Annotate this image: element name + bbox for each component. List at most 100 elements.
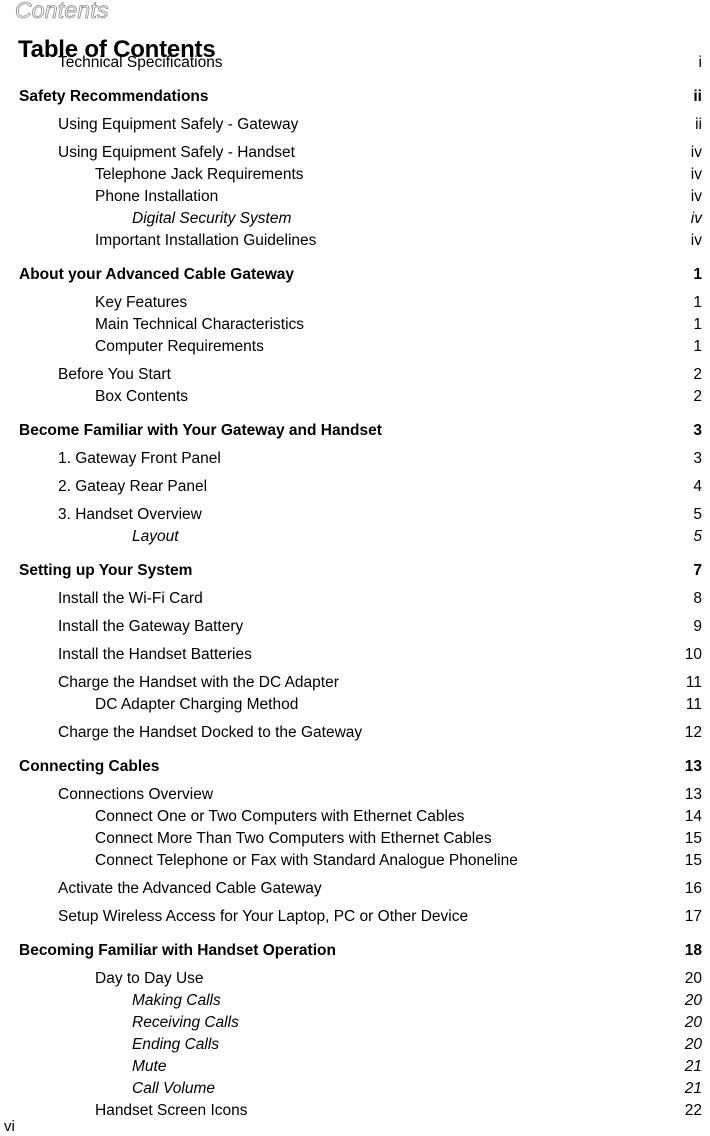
toc-entry-page-number: ii [695,116,702,133]
toc-entry[interactable]: Connect More Than Two Computers with Eth… [0,828,710,850]
toc-entry-page-number: 20 [684,1014,702,1031]
toc-entry-title: Phone Installation [95,188,219,205]
toc-entry[interactable]: Digital Security System iv [0,208,710,230]
running-head-contents: Contents [15,0,109,23]
toc-entry-title: Mute [132,1058,167,1075]
toc-entry[interactable]: Before You Start 2 [0,364,710,386]
toc-entry[interactable]: Install the Handset Batteries 10 [0,644,710,666]
toc-entry-title: Day to Day Use [95,970,204,987]
toc-entry-page-number: 21 [684,1080,702,1097]
toc-entry[interactable]: Install the Wi-Fi Card 8 [0,588,710,610]
toc-entry[interactable]: Install the Gateway Battery 9 [0,616,710,638]
toc-section-heading[interactable]: About your Advanced Cable Gateway 1 [0,264,710,286]
toc-entry-page-number: 22 [684,1102,702,1119]
toc-entry[interactable]: Day to Day Use 20 [0,968,710,990]
toc-entry-title: Main Technical Characteristics [95,316,305,333]
toc-entry[interactable]: Key Features 1 [0,292,710,314]
toc-entry[interactable]: Telephone Jack Requirements iv [0,164,710,186]
toc-entry-title: Connecting Cables [19,758,160,775]
toc-entry-page-number: 20 [684,1036,702,1053]
toc-entry-title: Connect One or Two Computers with Ethern… [95,808,465,825]
toc-entry-title: Charge the Handset with the DC Adapter [58,674,339,691]
toc-entry-title: Install the Gateway Battery [58,618,244,635]
toc-entry[interactable]: Main Technical Characteristics 1 [0,314,710,336]
toc-entry[interactable]: Using Equipment Safely - Handset iv [0,142,710,164]
toc-entry-page-number: 8 [693,590,702,607]
toc-entry[interactable]: Charge the Handset Docked to the Gateway… [0,722,710,744]
toc-section-heading[interactable]: Safety Recommendations ii [0,86,710,108]
toc-entry[interactable]: 1. Gateway Front Panel 3 [0,448,710,470]
toc-entry-page-number: 1 [693,294,702,311]
toc-entry-page-number: iv [690,232,702,249]
toc-entry[interactable]: Making Calls 20 [0,990,710,1012]
toc-entry-page-number: 1 [693,316,702,333]
toc-entry-title: Becoming Familiar with Handset Operation [19,942,336,959]
toc-entry-page-number: 12 [684,724,702,741]
toc-entry[interactable]: Connections Overview 13 [0,784,710,806]
toc-entry[interactable]: Layout 5 [0,526,710,548]
toc-entry-title: 3. Handset Overview [58,506,202,523]
toc-entry[interactable]: 2. Gateay Rear Panel 4 [0,476,710,498]
toc-entry-page-number: 20 [684,970,702,987]
toc-entry[interactable]: Mute 21 [0,1056,710,1078]
toc-entry-page-number: 9 [693,618,702,635]
toc-entry-page-number: 21 [684,1058,702,1075]
toc-entry-page-number: 11 [685,696,702,713]
toc-entry[interactable]: Activate the Advanced Cable Gateway 16 [0,878,710,900]
toc-entry[interactable]: Computer Requirements 1 [0,336,710,358]
toc-entry-title: Install the Wi-Fi Card [58,590,203,607]
toc-entry-title: Technical Specifications [58,54,223,71]
toc-section-heading[interactable]: Become Familiar with Your Gateway and Ha… [0,420,710,442]
toc-entry-title: Become Familiar with Your Gateway and Ha… [19,422,382,439]
toc-entry-title: 1. Gateway Front Panel [58,450,221,467]
toc-entry[interactable]: Technical Specifications i [0,52,710,74]
toc-entry-page-number: 20 [684,992,702,1009]
toc-entry-title: Important Installation Guidelines [95,232,317,249]
toc-entry-page-number: ii [693,88,702,105]
toc-section-heading[interactable]: Connecting Cables 13 [0,756,710,778]
toc-entry-title: Connect Telephone or Fax with Standard A… [95,852,518,869]
toc-entry-page-number: 11 [685,674,702,691]
toc-entry[interactable]: Ending Calls 20 [0,1034,710,1056]
toc-entry[interactable]: Charge the Handset with the DC Adapter 11 [0,672,710,694]
toc-entry-title: Before You Start [58,366,171,383]
table-of-contents-list: Technical Specifications i Safety Recommen… [0,52,710,1122]
toc-entry-page-number: 2 [693,388,702,405]
toc-entry-title: Key Features [95,294,188,311]
toc-entry-page-number: 3 [693,450,702,467]
toc-section-heading[interactable]: Becoming Familiar with Handset Operation… [0,940,710,962]
toc-entry-page-number: 18 [684,942,702,959]
toc-entry-title: Connect More Than Two Computers with Eth… [95,830,492,847]
toc-entry[interactable]: Important Installation Guidelines iv [0,230,710,252]
toc-entry-page-number: 7 [693,562,702,579]
toc-entry-page-number: 14 [684,808,702,825]
toc-entry[interactable]: Box Contents 2 [0,386,710,408]
toc-page: Contents Table of Contents Technical Spe… [0,0,710,1136]
toc-entry-page-number: 2 [693,366,702,383]
toc-entry[interactable]: Call Volume 21 [0,1078,710,1100]
toc-entry[interactable]: DC Adapter Charging Method 11 [0,694,710,716]
toc-entry-page-number: 5 [693,506,702,523]
toc-entry-title: Connections Overview [58,786,214,803]
toc-entry-title: Handset Screen Icons [95,1102,248,1119]
toc-entry-title: DC Adapter Charging Method [95,696,299,713]
toc-entry[interactable]: Handset Screen Icons 22 [0,1100,710,1122]
toc-entry-page-number: iv [690,166,702,183]
toc-entry[interactable]: Connect One or Two Computers with Ethern… [0,806,710,828]
page-folio: vi [4,1118,15,1135]
toc-entry[interactable]: Phone Installation iv [0,186,710,208]
toc-entry-page-number: 4 [693,478,702,495]
toc-entry-title: Layout [132,528,179,545]
toc-section-heading[interactable]: Setting up Your System 7 [0,560,710,582]
toc-entry-page-number: i [698,54,702,71]
toc-entry-title: Using Equipment Safely - Gateway [58,116,299,133]
toc-entry[interactable]: Receiving Calls 20 [0,1012,710,1034]
toc-entry[interactable]: Setup Wireless Access for Your Laptop, P… [0,906,710,928]
toc-entry[interactable]: Using Equipment Safely - Gateway ii [0,114,710,136]
toc-entry-page-number: 1 [693,338,702,355]
toc-entry-title: Telephone Jack Requirements [95,166,304,183]
toc-entry-page-number: 5 [693,528,702,545]
toc-entry[interactable]: 3. Handset Overview 5 [0,504,710,526]
toc-entry-title: Box Contents [95,388,189,405]
toc-entry[interactable]: Connect Telephone or Fax with Standard A… [0,850,710,872]
